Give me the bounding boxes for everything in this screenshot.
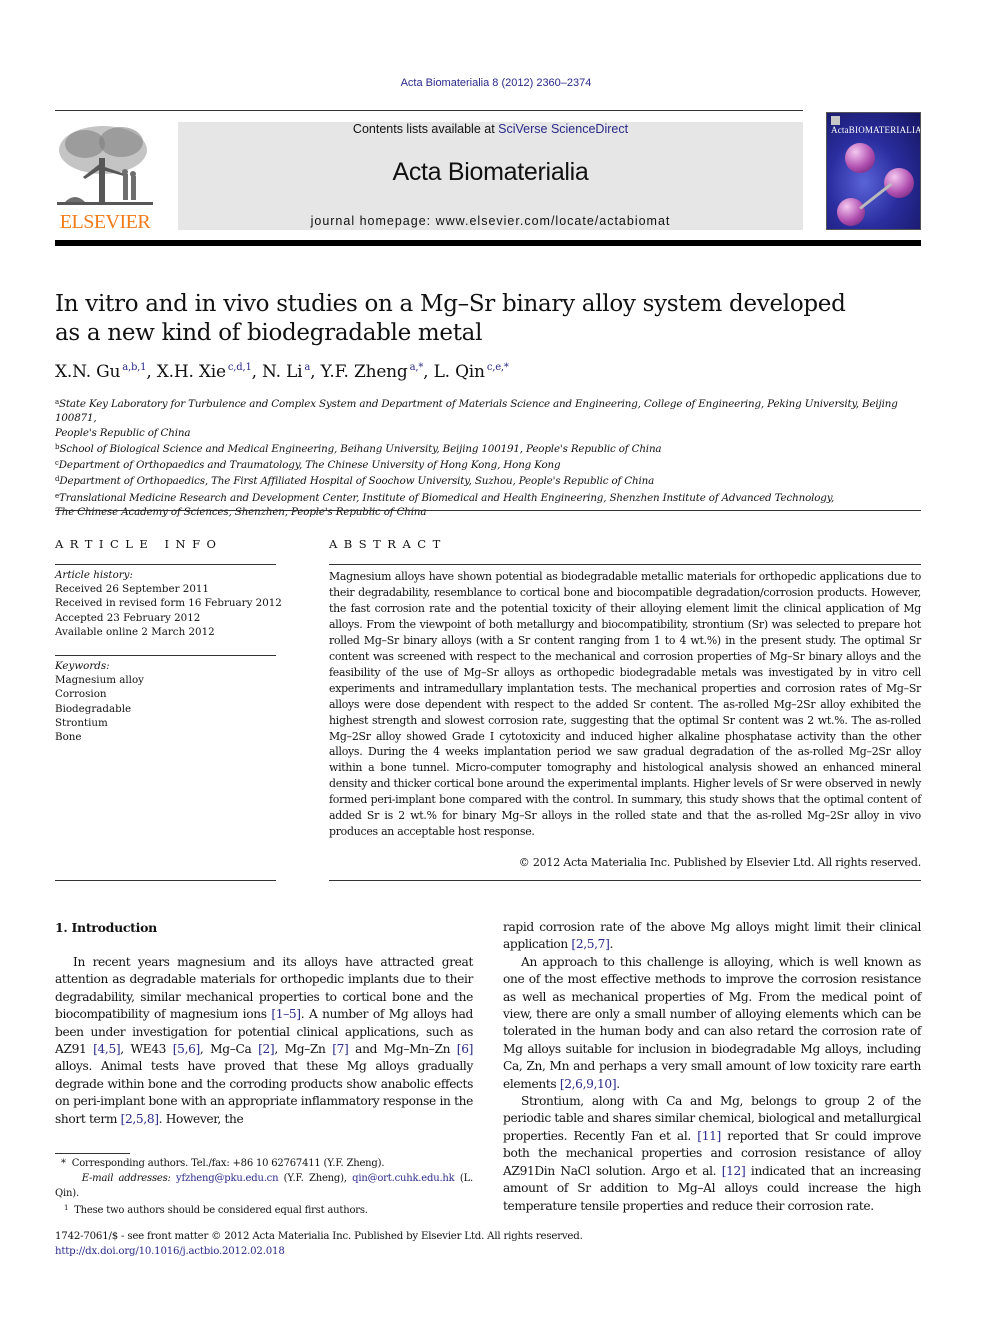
equal-contribution-footnote: 1 These two authors should be considered…	[63, 1204, 368, 1216]
keyword: Strontium	[55, 716, 108, 729]
citation-link[interactable]: [2,6,9,10]	[560, 1077, 617, 1091]
text-run: , Mg–Ca	[199, 1042, 259, 1057]
affiliation: dDepartment of Orthopaedics, The First A…	[55, 475, 655, 488]
citation-link[interactable]: [2,5,7]	[571, 937, 609, 951]
abstract-heading: ABSTRACT	[329, 537, 447, 551]
article-history: Article history: Received 26 September 2…	[55, 568, 285, 639]
text-run: , WE43	[120, 1042, 173, 1057]
cover-sphere	[845, 143, 875, 173]
keyword: Magnesium alloy	[55, 674, 144, 687]
text-run: alloys. Animal tests have proved that th…	[55, 1059, 473, 1126]
text-run: .	[609, 937, 614, 952]
affiliation: eTranslational Medicine Research and Dev…	[55, 491, 835, 519]
email-link[interactable]: yfzheng@pku.edu.cn	[176, 1173, 278, 1184]
history-item: Available online 2 March 2012	[55, 625, 215, 638]
text-run: , Mg–Zn	[274, 1042, 333, 1057]
author[interactable]: N. Li a	[262, 362, 310, 382]
keyword: Biodegradable	[55, 702, 132, 715]
author[interactable]: X.N. Gu a,b,1	[55, 362, 147, 382]
author[interactable]: Y.F. Zheng a,*	[321, 362, 424, 382]
elsevier-logo: ELSEVIER	[55, 122, 155, 234]
contents-availability: Contents lists available at SciVerse Sci…	[352, 122, 629, 136]
keyword: Bone	[55, 731, 82, 744]
keywords: Keywords: Magnesium alloy Corrosion Biod…	[55, 659, 285, 744]
section-rule	[55, 510, 921, 511]
corresponding-footnote: * Corresponding authors. Tel./fax: +86 1…	[60, 1158, 385, 1169]
paragraph: In recent years magnesium and its alloys…	[55, 954, 473, 1128]
issn-line: 1742-7061/$ - see front matter © 2012 Ac…	[55, 1231, 583, 1242]
paragraph: rapid corrosion rate of the above Mg all…	[503, 919, 921, 954]
author-list: X.N. Gu a,b,1, X.H. Xie c,d,1, N. Li a, Y.F…	[55, 362, 509, 382]
text-run: .	[616, 1076, 620, 1091]
text-run: An approach to this challenge is alloyin…	[503, 954, 921, 1091]
front-matter-footer: 1742-7061/$ - see front matter © 2012 Ac…	[55, 1230, 755, 1259]
affiliation: bSchool of Biological Science and Medica…	[55, 442, 662, 455]
affiliations: aState Key Laboratory for Turbulence and…	[55, 395, 925, 519]
author[interactable]: L. Qin c,e,*	[434, 362, 509, 382]
citation-link[interactable]: [7]	[332, 1042, 349, 1056]
affiliation: aState Key Laboratory for Turbulence and…	[55, 398, 898, 439]
elsevier-tree-icon	[55, 122, 155, 210]
article-history-label: Article history:	[55, 569, 133, 581]
introduction-heading: 1. Introduction	[55, 920, 157, 935]
history-item: Received 26 September 2011	[55, 583, 209, 596]
paragraph: An approach to this challenge is alloyin…	[503, 954, 921, 1093]
cover-title: ActaBIOMATERIALIA	[831, 125, 921, 135]
history-item: Accepted 23 February 2012	[55, 611, 201, 624]
abstract-rule	[329, 564, 921, 565]
running-header[interactable]: Acta Biomaterialia 8 (2012) 2360–2374	[0, 77, 992, 89]
article-info-heading: ARTICLE INFO	[55, 537, 223, 551]
abstract-copyright: © 2012 Acta Materialia Inc. Published by…	[518, 856, 921, 869]
cover-publisher-mark	[831, 116, 840, 125]
email-footnote: E-mail addresses: yfzheng@pku.edu.cn (Y.…	[55, 1173, 473, 1199]
citation-link[interactable]: [11]	[697, 1129, 721, 1143]
citation-link[interactable]: [4,5]	[93, 1042, 121, 1056]
citation-link[interactable]: [2]	[258, 1042, 275, 1056]
journal-title: Acta Biomaterialia	[392, 158, 589, 186]
abstract-text: Magnesium alloys have shown potential as…	[329, 570, 921, 839]
citation-link[interactable]: [1–5]	[271, 1007, 301, 1021]
history-item: Received in revised form 16 February 201…	[55, 597, 282, 610]
header-thick-rule	[55, 240, 921, 246]
article-info-rule	[55, 880, 276, 881]
text-run: . However, the	[158, 1111, 244, 1126]
citation-link[interactable]: [2,5,8]	[121, 1112, 159, 1126]
email-link[interactable]: qin@ort.cuhk.edu.hk	[352, 1173, 455, 1184]
journal-citation-link[interactable]: Acta Biomaterialia 8 (2012) 2360–2374	[401, 77, 592, 89]
cover-rod	[859, 182, 893, 210]
introduction-left-column: In recent years magnesium and its alloys…	[55, 954, 473, 1128]
header-rule	[55, 110, 803, 111]
text-run: rapid corrosion rate of the above Mg all…	[503, 920, 921, 952]
footnote-rule	[55, 1153, 130, 1154]
sciencedirect-link[interactable]: SciVerse ScienceDirect	[498, 122, 628, 136]
citation-link[interactable]: [12]	[722, 1164, 746, 1178]
elsevier-wordmark: ELSEVIER	[59, 211, 151, 233]
journal-banner: Contents lists available at SciVerse Sci…	[178, 122, 803, 230]
journal-cover-image: ActaBIOMATERIALIA	[826, 112, 921, 230]
introduction-right-column: rapid corrosion rate of the above Mg all…	[503, 919, 921, 1215]
citation-link[interactable]: [5,6]	[173, 1042, 201, 1056]
text-run: and Mg–Mn–Zn	[348, 1042, 457, 1057]
abstract-rule	[329, 880, 921, 881]
article-info-rule	[55, 564, 276, 565]
article-info-rule	[55, 655, 276, 656]
citation-link[interactable]: [6]	[457, 1042, 474, 1056]
article-title: In vitro and in vivo studies on a Mg–Sr …	[55, 291, 846, 346]
keywords-label: Keywords:	[55, 660, 110, 672]
doi-link[interactable]: http://dx.doi.org/10.1016/j.actbio.2012.…	[55, 1246, 285, 1257]
affiliation: cDepartment of Orthopaedics and Traumato…	[55, 459, 561, 472]
journal-homepage[interactable]: journal homepage: www.elsevier.com/locat…	[178, 214, 803, 228]
cover-sphere	[837, 198, 865, 226]
paragraph: Strontium, along with Ca and Mg, belongs…	[503, 1093, 921, 1215]
footnotes: * Corresponding authors. Tel./fax: +86 1…	[55, 1156, 473, 1218]
keyword: Corrosion	[55, 688, 107, 701]
author[interactable]: X.H. Xie c,d,1	[157, 362, 252, 382]
